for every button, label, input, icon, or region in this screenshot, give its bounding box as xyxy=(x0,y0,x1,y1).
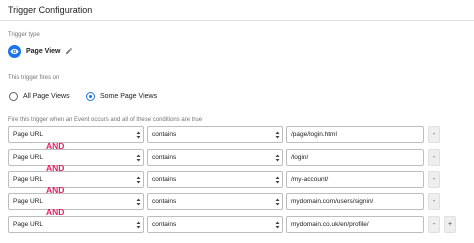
select-arrows-icon xyxy=(275,221,280,229)
variable-select[interactable]: Page URL xyxy=(8,216,144,233)
pencil-icon[interactable] xyxy=(65,47,73,55)
radio-label: Some Page Views xyxy=(100,92,158,100)
operator-select[interactable]: contains xyxy=(147,193,283,210)
select-arrows-icon xyxy=(136,131,141,139)
radio-some-page-views[interactable]: Some Page Views xyxy=(86,90,157,102)
operator-select[interactable]: contains xyxy=(147,216,283,233)
value-input[interactable]: /login/ xyxy=(286,149,424,166)
variable-value: Page URL xyxy=(13,198,43,205)
value-input[interactable]: /my-account/ xyxy=(286,171,424,188)
select-arrows-icon xyxy=(275,176,280,184)
variable-select[interactable]: Page URL xyxy=(8,149,144,166)
variable-value: Page URL xyxy=(13,154,43,161)
value-input[interactable]: /page/login.html xyxy=(286,126,424,143)
trigger-type-label: Trigger type xyxy=(8,32,40,38)
variable-select[interactable]: Page URL xyxy=(8,193,144,210)
operator-value: contains xyxy=(152,131,177,138)
operator-select[interactable]: contains xyxy=(147,171,283,188)
radio-all-page-views[interactable]: All Page Views xyxy=(9,90,70,102)
select-arrows-icon xyxy=(275,131,280,139)
operator-select[interactable]: contains xyxy=(147,149,283,166)
operator-select[interactable]: contains xyxy=(147,126,283,143)
page-title: Trigger Configuration xyxy=(8,5,93,15)
fires-on-label: This trigger fires on xyxy=(8,75,60,81)
trigger-type-selector[interactable]: Page View xyxy=(8,44,73,58)
variable-value: Page URL xyxy=(13,131,43,138)
header: Trigger Configuration xyxy=(0,0,474,21)
value-text: /page/login.html xyxy=(291,131,337,138)
remove-condition-button[interactable]: - xyxy=(428,171,440,188)
value-text: mydomain.com/users/signin/ xyxy=(291,198,374,205)
radio-button-checked[interactable] xyxy=(86,91,95,101)
select-arrows-icon xyxy=(275,198,280,206)
radio-label: All Page Views xyxy=(23,92,70,100)
select-arrows-icon xyxy=(136,154,141,162)
operator-value: contains xyxy=(152,198,177,205)
value-text: /my-account/ xyxy=(291,176,329,183)
select-arrows-icon xyxy=(136,221,141,229)
operator-value: contains xyxy=(152,221,177,228)
operator-value: contains xyxy=(152,176,177,183)
variable-select[interactable]: Page URL xyxy=(8,126,144,143)
select-arrows-icon xyxy=(136,176,141,184)
trigger-type-name: Page View xyxy=(26,47,61,55)
value-text: /login/ xyxy=(291,154,309,161)
remove-condition-button[interactable]: - xyxy=(428,126,440,143)
remove-condition-button[interactable]: - xyxy=(428,193,440,210)
select-arrows-icon xyxy=(136,198,141,206)
variable-select[interactable]: Page URL xyxy=(8,171,144,188)
remove-condition-button[interactable]: - xyxy=(428,149,440,166)
conditions-label: Fire this trigger when an Event occurs a… xyxy=(8,117,203,123)
radio-button[interactable] xyxy=(9,91,18,101)
operator-value: contains xyxy=(152,154,177,161)
variable-value: Page URL xyxy=(13,221,43,228)
value-text: mydomain.co.uk/en/profile/ xyxy=(291,221,369,228)
variable-value: Page URL xyxy=(13,176,43,183)
eye-icon xyxy=(8,44,21,58)
value-input[interactable]: mydomain.co.uk/en/profile/ xyxy=(286,216,424,233)
remove-condition-button[interactable]: - xyxy=(428,216,440,233)
value-input[interactable]: mydomain.com/users/signin/ xyxy=(286,193,424,210)
add-condition-button[interactable]: + xyxy=(444,216,456,233)
select-arrows-icon xyxy=(275,154,280,162)
